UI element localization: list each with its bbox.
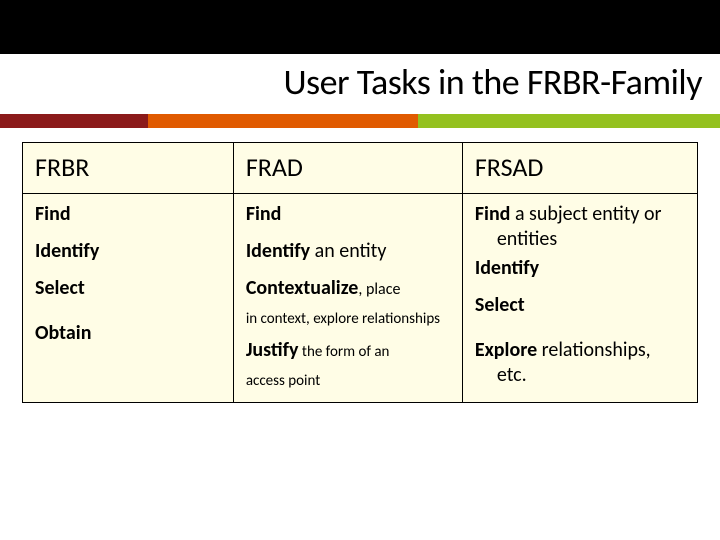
slide: User Tasks in the FRBR-Family FRBR FRAD … bbox=[0, 0, 720, 540]
frad-justify-sub: access point bbox=[246, 372, 320, 390]
frad-identify-rest: an entity bbox=[310, 239, 386, 263]
cell-frsad-tasks: Find a subject entity orentities Identif… bbox=[462, 194, 697, 403]
comparison-table: FRBR FRAD FRSAD Find Identify Select Obt… bbox=[22, 142, 698, 403]
header-frad: FRAD bbox=[233, 143, 462, 194]
frad-justify-rest: the form of an bbox=[299, 343, 390, 361]
color-stripe bbox=[0, 114, 720, 128]
stripe-orange bbox=[148, 114, 418, 128]
frbr-select: Select bbox=[35, 276, 85, 300]
stripe-red bbox=[0, 114, 148, 128]
frsad-identify: Identify bbox=[475, 256, 539, 280]
frad-find: Find bbox=[246, 202, 282, 226]
frad-identify-b: Identify bbox=[246, 239, 310, 263]
frad-context-rest: , place bbox=[358, 280, 400, 299]
slide-title: User Tasks in the FRBR-Family bbox=[0, 54, 720, 114]
frbr-find: Find bbox=[35, 202, 71, 226]
cell-frad-tasks: Find Identify an entity Contextualize, p… bbox=[233, 194, 462, 403]
frbr-identify: Identify bbox=[35, 239, 99, 263]
header-black-bar bbox=[0, 0, 720, 54]
header-frsad: FRSAD bbox=[462, 143, 697, 194]
frsad-find-rest: a subject entity or bbox=[510, 202, 661, 226]
header-frbr: FRBR bbox=[23, 143, 234, 194]
frsad-explore-b: Explore bbox=[475, 338, 537, 362]
content-area: FRBR FRAD FRSAD Find Identify Select Obt… bbox=[0, 128, 720, 403]
frad-context-sub: in context, explore relationships bbox=[246, 310, 440, 328]
stripe-green bbox=[418, 114, 720, 128]
frsad-find-b: Find bbox=[475, 202, 511, 226]
frad-context-b: Contextualize bbox=[246, 276, 359, 300]
frsad-find-sub: entities bbox=[475, 227, 685, 252]
cell-frbr-tasks: Find Identify Select Obtain bbox=[23, 194, 234, 403]
frbr-obtain: Obtain bbox=[35, 321, 91, 345]
frsad-explore-rest: relationships, bbox=[537, 338, 651, 362]
table-body-row: Find Identify Select Obtain Find Identif… bbox=[23, 194, 698, 403]
frsad-explore-sub: etc. bbox=[475, 363, 685, 388]
table-header-row: FRBR FRAD FRSAD bbox=[23, 143, 698, 194]
frsad-select: Select bbox=[475, 293, 525, 317]
frad-justify-b: Justify bbox=[246, 338, 299, 362]
